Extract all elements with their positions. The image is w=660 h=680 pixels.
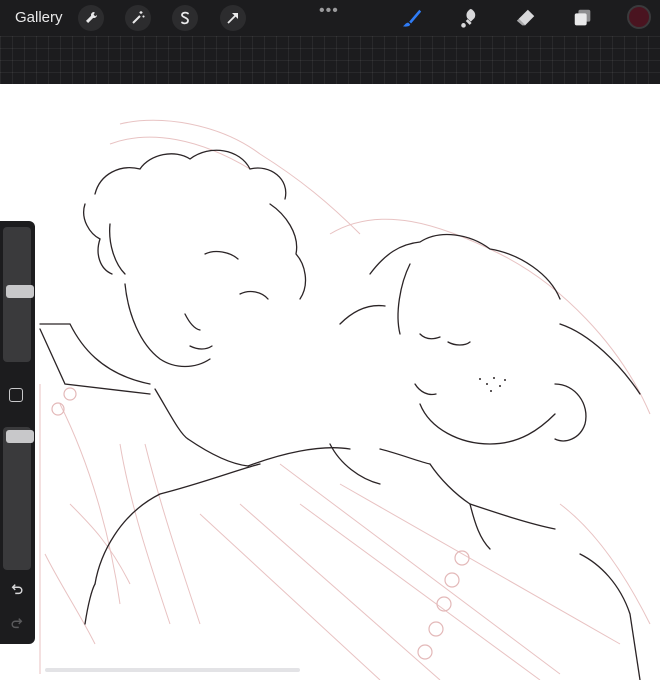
home-indicator	[45, 668, 300, 672]
transform-arrow-icon[interactable]	[220, 5, 246, 31]
wrench-icon[interactable]	[78, 5, 104, 31]
more-menu[interactable]: •••	[319, 2, 339, 20]
brush-icon[interactable]	[400, 6, 424, 30]
color-picker-swatch[interactable]	[627, 5, 651, 29]
left-sidebar	[0, 221, 35, 644]
undo-arrow-icon[interactable]	[7, 579, 27, 599]
gallery-button[interactable]: Gallery	[15, 9, 63, 26]
modifier-button[interactable]	[9, 388, 23, 402]
line-art-drawing	[39, 119, 651, 680]
layers-icon[interactable]	[571, 6, 595, 30]
opacity-slider-thumb[interactable]	[6, 430, 34, 443]
opacity-slider[interactable]	[3, 427, 34, 570]
selection-icon[interactable]	[172, 5, 198, 31]
smudge-icon[interactable]	[457, 6, 481, 30]
brush-size-slider[interactable]	[3, 227, 34, 362]
eraser-icon[interactable]	[514, 6, 538, 30]
brush-size-slider-thumb[interactable]	[6, 285, 34, 298]
redo-arrow-icon[interactable]	[7, 613, 27, 633]
top-toolbar: Gallery •••	[0, 0, 660, 36]
toolbar-grid-strip	[0, 36, 660, 84]
magic-wand-icon[interactable]	[125, 5, 151, 31]
drawing-canvas[interactable]	[0, 84, 660, 680]
